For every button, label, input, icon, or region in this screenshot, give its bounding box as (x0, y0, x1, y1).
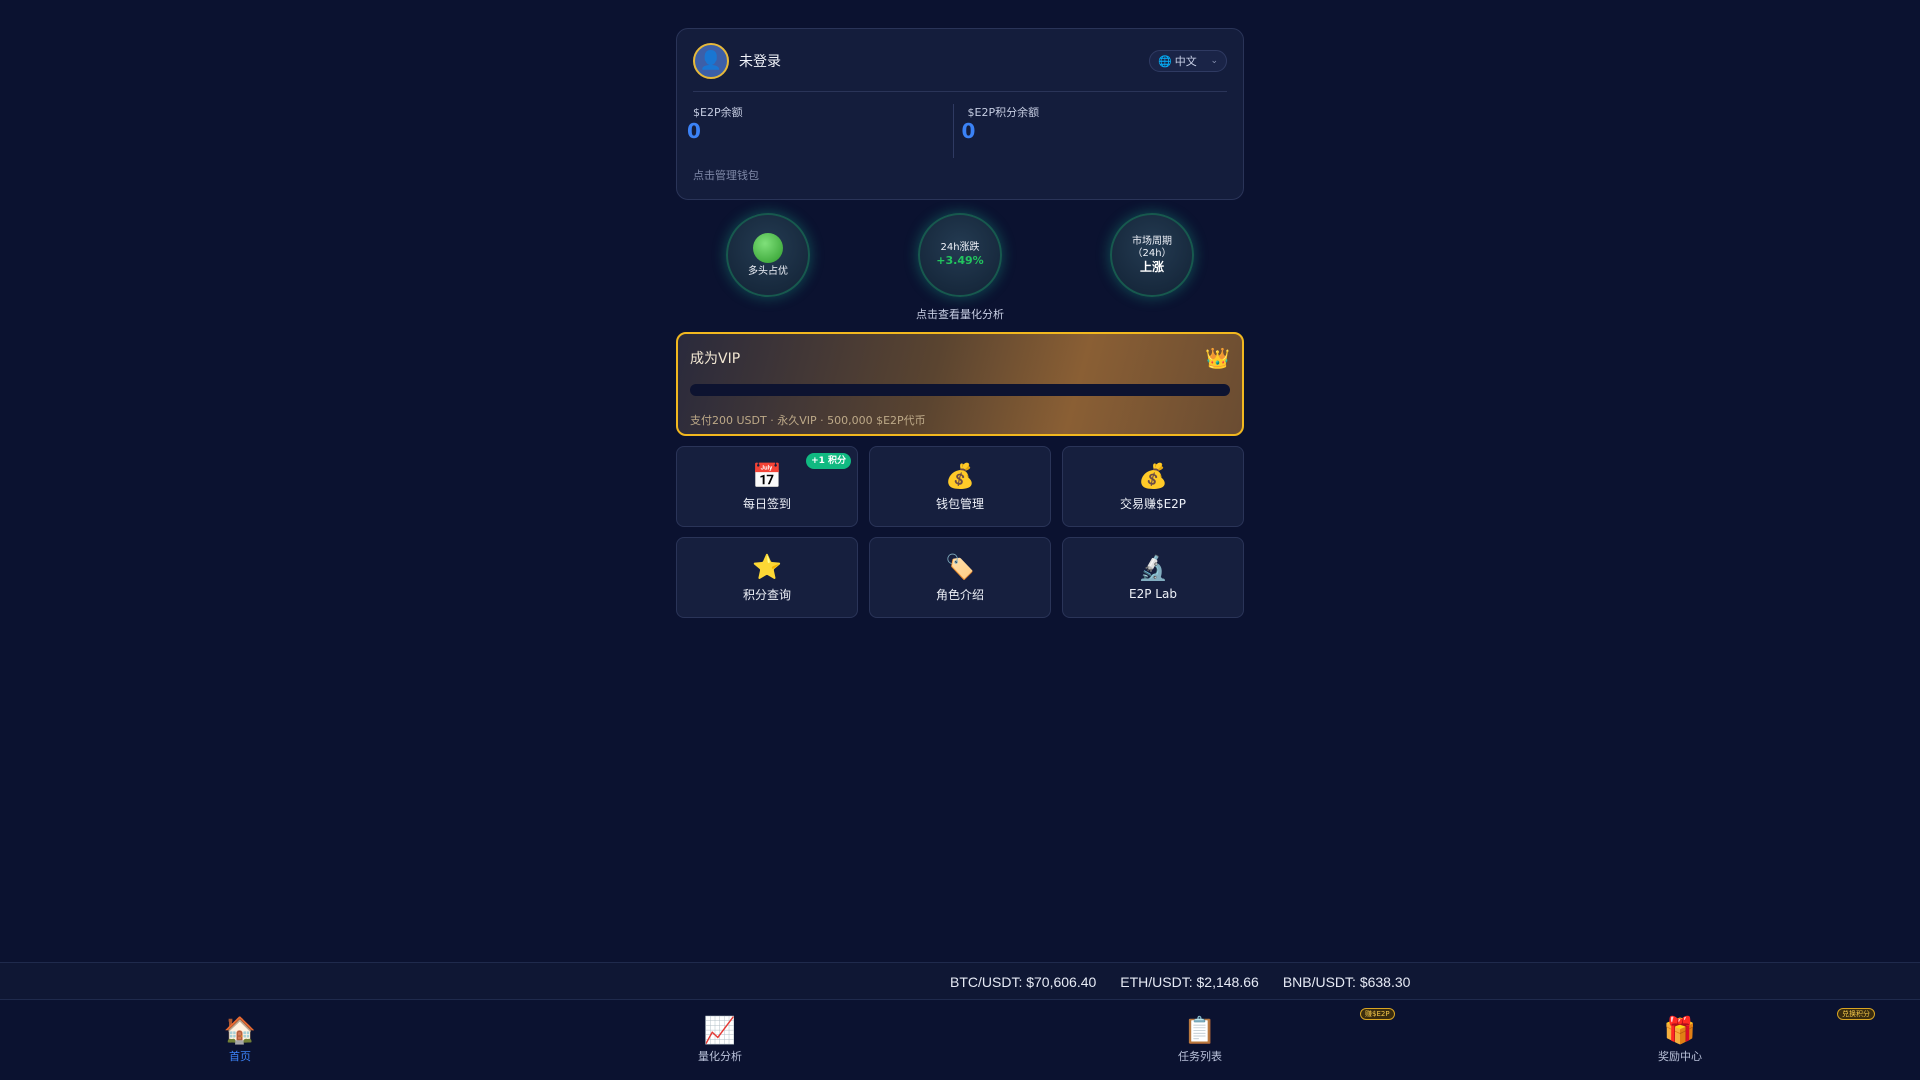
user-avatar-icon[interactable]: 👤 (693, 43, 729, 79)
ticker-items: BTC/USDT: $70,606.40 ETH/USDT: $2,148.66… (950, 963, 1410, 1001)
balances: $E2P余额 0 $E2P积分余额 0 (687, 104, 1228, 158)
role-intro-tile[interactable]: 🏷️ 角色介绍 (869, 537, 1051, 618)
market-cycle-value: 上涨 (1139, 259, 1164, 274)
change-24h-label: 24h涨跌 (940, 242, 980, 253)
trade-earn-tile[interactable]: 💰 交易赚$E2P (1062, 446, 1244, 527)
star-icon: ⭐ (752, 552, 782, 581)
points-query-tile[interactable]: ⭐ 积分查询 (676, 537, 858, 618)
crown-icon: 👑 (1205, 346, 1230, 370)
gift-icon: 🎁 (1663, 1016, 1697, 1046)
account-header: 👤 未登录 🌐 中文 ⌄ (693, 43, 1227, 79)
nav-reward-center[interactable]: 🎁 奖励中心 兑换积分 (1440, 1000, 1920, 1080)
feature-grid: 📅 每日签到 +1 积分 💰 钱包管理 💰 交易赚$E2P ⭐ 积分查询 🏷️ … (676, 446, 1244, 618)
sentiment-label: 多头占优 (748, 265, 788, 277)
change-24h-value: +3.49% (936, 254, 984, 267)
points-badge: +1 积分 (806, 453, 851, 469)
change-24h-indicator[interactable]: 24h涨跌 +3.49% (918, 213, 1002, 297)
nav-quant-analysis[interactable]: 📈 量化分析 (480, 1000, 960, 1080)
tile-label: E2P Lab (1129, 587, 1177, 601)
market-cycle-period: （24h） (1132, 247, 1172, 259)
bottom-nav: 🏠 首页 📈 量化分析 📋 任务列表 赚$E2P 🎁 奖励中心 兑换积分 (0, 1000, 1920, 1080)
e2p-lab-tile[interactable]: 🔬 E2P Lab (1062, 537, 1244, 618)
price-ticker: BTC/USDT: $70,606.40 ETH/USDT: $2,148.66… (0, 962, 1920, 1000)
account-card: 👤 未登录 🌐 中文 ⌄ $E2P余额 0 $E2P积分余额 0 点击管理钱包 (676, 28, 1244, 200)
nav-label: 量化分析 (698, 1050, 742, 1063)
quant-analysis-link[interactable]: 点击查看量化分析 (676, 306, 1244, 322)
earn-e2p-badge: 赚$E2P (1360, 1008, 1395, 1020)
tag-icon: 🏷️ (945, 552, 975, 581)
vip-progress-bar (690, 384, 1230, 396)
wallet-management-tile[interactable]: 💰 钱包管理 (869, 446, 1051, 527)
home-icon: 🏠 (223, 1016, 257, 1046)
manage-wallet-link[interactable]: 点击管理钱包 (693, 167, 759, 183)
tile-label: 角色介绍 (935, 587, 984, 602)
home-screen: 👤 未登录 🌐 中文 ⌄ $E2P余额 0 $E2P积分余额 0 点击管理钱包 … (676, 28, 1244, 618)
tile-label: 交易赚$E2P (1119, 496, 1187, 511)
nav-label: 奖励中心 (1658, 1050, 1702, 1063)
ticker-eth: ETH/USDT: $2,148.66 (1120, 974, 1259, 990)
e2p-balance[interactable]: $E2P余额 0 (687, 104, 953, 158)
tile-label: 钱包管理 (935, 496, 984, 511)
ticker-btc: BTC/USDT: $70,606.40 (950, 974, 1097, 990)
language-select[interactable]: 🌐 中文 ⌄ (1149, 50, 1227, 72)
vip-title: 成为VIP (690, 351, 741, 367)
microscope-icon: 🔬 (1138, 554, 1168, 582)
balance-value: 0 (687, 119, 701, 143)
vip-card[interactable]: 成为VIP 👑 支付200 USDT · 永久VIP · 500,000 $E2… (676, 332, 1244, 436)
globe-icon: 🌐 (1158, 54, 1172, 68)
login-status[interactable]: 未登录 (739, 51, 781, 71)
language-selected: 中文 (1174, 55, 1197, 68)
balance-value: 0 (961, 119, 976, 143)
balance-label: $E2P余额 (693, 106, 743, 119)
market-indicators: 多头占优 24h涨跌 +3.49% 市场周期 （24h） 上涨 点击查看量化分析 (676, 200, 1244, 332)
sentiment-indicator[interactable]: 多头占优 (726, 213, 810, 297)
ticker-bnb: BNB/USDT: $638.30 (1282, 974, 1411, 990)
clipboard-icon: 📋 (1183, 1016, 1217, 1046)
nav-label: 任务列表 (1178, 1050, 1222, 1063)
tile-label: 每日签到 (742, 496, 791, 511)
daily-checkin-tile[interactable]: 📅 每日签到 +1 积分 (676, 446, 858, 527)
nav-home[interactable]: 🏠 首页 (0, 1000, 480, 1080)
money-bag-icon: 💰 (945, 461, 975, 490)
money-bag-icon: 💰 (1138, 461, 1168, 490)
redeem-points-badge: 兑换积分 (1837, 1008, 1875, 1020)
market-cycle-label: 市场周期 (1132, 235, 1172, 247)
calendar-icon: 📅 (752, 461, 782, 490)
divider (693, 91, 1227, 92)
green-circle-icon (753, 232, 783, 263)
market-cycle-indicator[interactable]: 市场周期 （24h） 上涨 (1110, 213, 1194, 297)
balance-label: $E2P积分余额 (967, 106, 1040, 119)
chevron-down-icon: ⌄ (1210, 56, 1218, 66)
tile-label: 积分查询 (742, 587, 791, 602)
nav-label: 首页 (229, 1050, 251, 1063)
chart-icon: 📈 (703, 1016, 737, 1046)
e2p-points-balance[interactable]: $E2P积分余额 0 (952, 104, 1228, 158)
vip-description: 支付200 USDT · 永久VIP · 500,000 $E2P代币 (690, 414, 926, 427)
nav-task-list[interactable]: 📋 任务列表 赚$E2P (960, 1000, 1440, 1080)
